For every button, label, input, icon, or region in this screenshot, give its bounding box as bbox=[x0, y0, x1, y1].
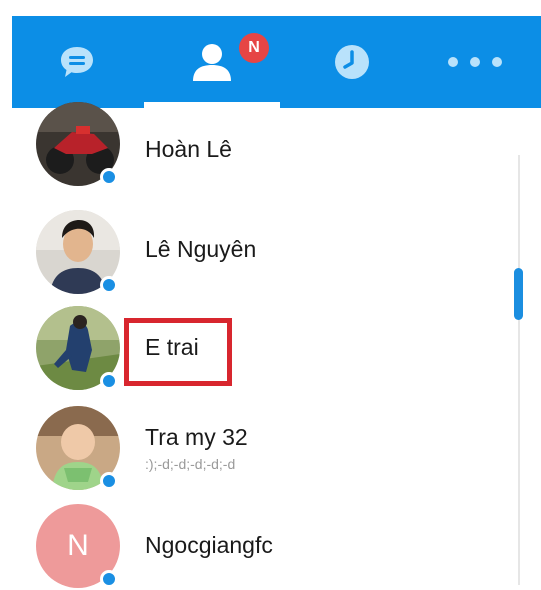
avatar bbox=[36, 102, 120, 186]
contact-row-ngocgiangfc[interactable]: N Ngocgiangfc bbox=[0, 500, 500, 590]
avatar: N bbox=[36, 504, 120, 588]
online-status-dot bbox=[100, 372, 118, 390]
contact-row-tra-my-32[interactable]: Tra my 32 :);-d;-d;-d;-d;-d bbox=[0, 396, 500, 492]
chat-bubble-icon bbox=[61, 47, 93, 77]
contacts-screen: N Hoàn Lê Lê Nguyên E trai Tra my 32:);… bbox=[0, 0, 541, 590]
online-status-dot bbox=[100, 276, 118, 294]
contact-row-hoan-le[interactable]: Hoàn Lê bbox=[0, 102, 500, 204]
contact-name: Lê Nguyên bbox=[145, 236, 257, 262]
contact-name: Hoàn Lê bbox=[145, 136, 232, 162]
contact-name: Ngocgiangfc bbox=[145, 532, 273, 558]
contact-list: Hoàn Lê Lê Nguyên E trai Tra my 32:);-d… bbox=[0, 102, 541, 590]
highlight-box bbox=[124, 318, 232, 386]
contacts-badge: N bbox=[239, 33, 269, 63]
scrollbar-track[interactable] bbox=[518, 155, 520, 585]
tab-timeline[interactable] bbox=[312, 16, 392, 108]
contact-row-le-nguyen[interactable]: Lê Nguyên bbox=[0, 204, 500, 300]
tab-chat[interactable] bbox=[42, 16, 112, 108]
top-tab-bar: N bbox=[12, 16, 541, 108]
contacts-icon bbox=[193, 44, 231, 81]
online-status-dot bbox=[100, 168, 118, 186]
more-dots-icon bbox=[448, 57, 502, 67]
online-status-dot bbox=[100, 472, 118, 490]
avatar bbox=[36, 406, 120, 490]
tab-contacts[interactable] bbox=[144, 16, 280, 108]
avatar bbox=[36, 210, 120, 294]
tab-more[interactable] bbox=[430, 16, 520, 108]
contact-status-message: :);-d;-d;-d;-d;-d bbox=[145, 456, 236, 472]
avatar bbox=[36, 306, 120, 390]
contact-name: Tra my 32 bbox=[145, 424, 248, 450]
scrollbar-thumb[interactable] bbox=[514, 268, 523, 320]
clock-icon bbox=[335, 45, 369, 79]
online-status-dot bbox=[100, 570, 118, 588]
contact-row-e-trai[interactable]: E trai bbox=[0, 300, 500, 396]
